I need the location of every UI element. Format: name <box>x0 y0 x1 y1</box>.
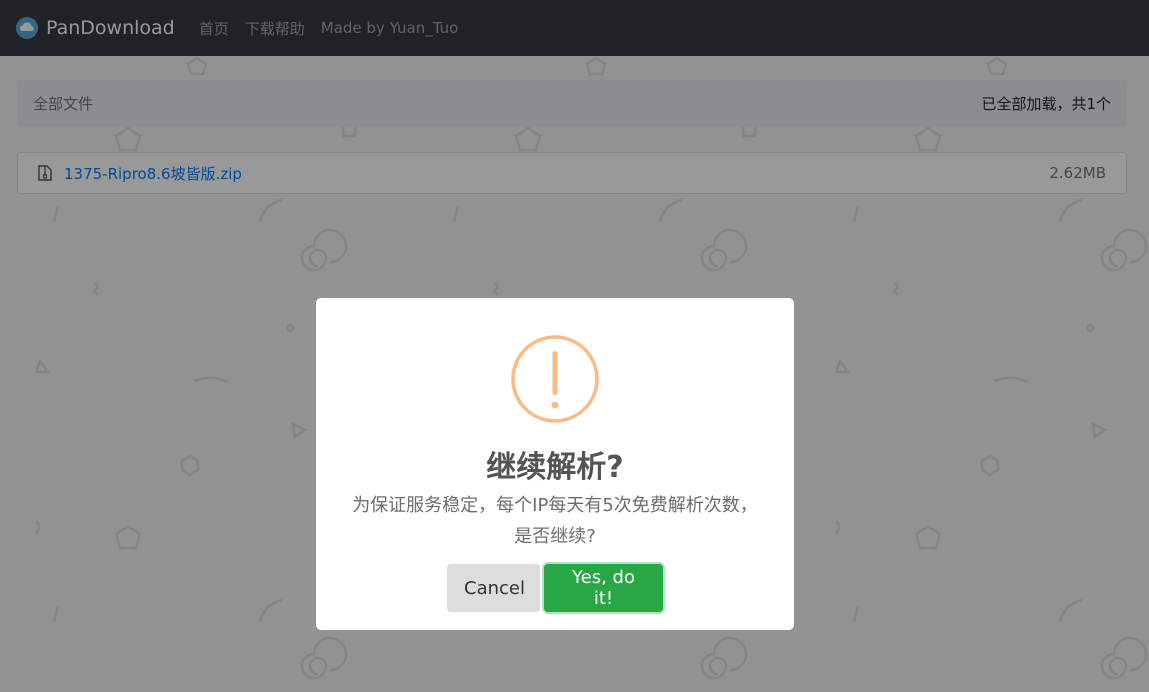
confirm-button[interactable]: Yes, do it! <box>544 564 663 612</box>
dialog-title: 继续解析? <box>486 450 624 485</box>
cancel-button[interactable]: Cancel <box>447 564 540 612</box>
confirm-dialog: 继续解析? 为保证服务稳定，每个IP每天有5次免费解析次数，是否继续? Canc… <box>316 298 794 630</box>
dialog-actions: Cancel Yes, do it! <box>316 564 794 612</box>
warning-icon <box>511 335 599 423</box>
dialog-message: 为保证服务稳定，每个IP每天有5次免费解析次数，是否继续? <box>352 495 758 547</box>
